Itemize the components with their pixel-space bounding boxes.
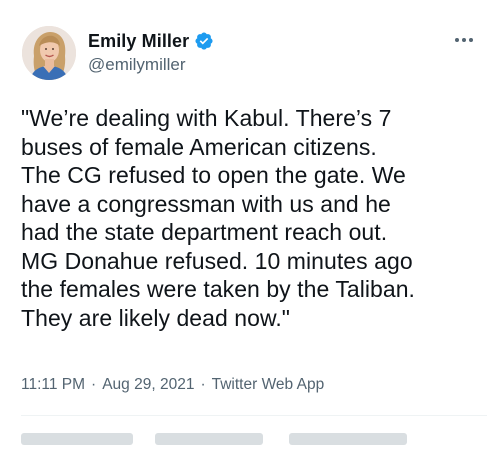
more-options-button[interactable] [450, 30, 478, 50]
engagement-stats-cropped [21, 426, 491, 456]
display-name-row: Emily Miller [88, 29, 214, 53]
stat-placeholder [21, 433, 133, 445]
tweet-card: Emily Miller @emilymiller "We’re dealing… [0, 0, 500, 445]
author-names: Emily Miller @emilymiller [88, 29, 214, 75]
display-name[interactable]: Emily Miller [88, 31, 189, 52]
tweet-meta: 11:11 PM · Aug 29, 2021 · Twitter Web Ap… [21, 376, 324, 394]
divider [21, 415, 487, 416]
more-horizontal-icon [455, 38, 473, 42]
tweet-header: Emily Miller @emilymiller [22, 26, 482, 82]
tweet-text: "We’re dealing with Kabul. There’s 7 bus… [21, 105, 415, 331]
tweet-date[interactable]: Aug 29, 2021 [102, 376, 194, 394]
stat-placeholder [155, 433, 263, 445]
stat-placeholder [289, 433, 407, 445]
verified-badge-icon [194, 31, 214, 51]
meta-separator: · [200, 376, 206, 393]
tweet-source[interactable]: Twitter Web App [212, 376, 325, 394]
tweet-time[interactable]: 11:11 PM [21, 376, 85, 394]
avatar-image [22, 26, 76, 80]
meta-separator: · [91, 376, 97, 393]
author-handle[interactable]: @emilymiller [88, 55, 214, 75]
avatar[interactable] [22, 26, 76, 80]
